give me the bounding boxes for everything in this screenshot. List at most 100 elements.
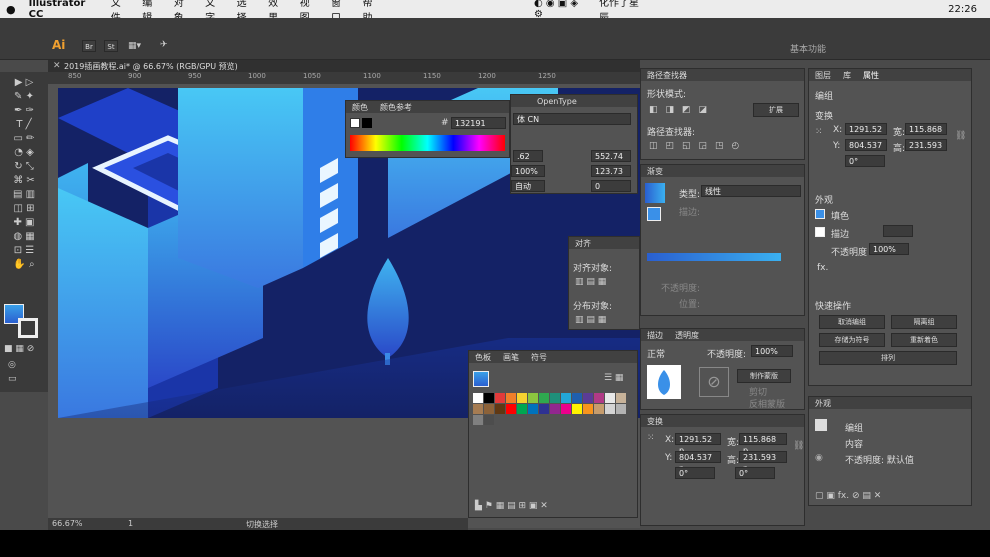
arrange-docs-icon[interactable]: ▦▾	[128, 41, 141, 51]
visibility-eye-icon[interactable]: ◉	[815, 453, 823, 463]
stroke-swatch[interactable]	[18, 318, 38, 338]
apple-icon[interactable]: ●	[6, 3, 16, 16]
color-spectrum[interactable]	[350, 135, 505, 151]
swatch-chip[interactable]	[517, 393, 527, 403]
current-tool-status[interactable]: 切换选择	[246, 519, 278, 530]
tab-transparency[interactable]: 透明度	[675, 330, 699, 341]
transparency-opacity-field[interactable]: 100%	[751, 345, 793, 357]
recolor-button[interactable]: 重新着色	[891, 333, 957, 347]
gradient-fill-chip[interactable]	[647, 207, 661, 221]
swatch-chip[interactable]	[495, 393, 505, 403]
tab-layers[interactable]: 图层	[815, 70, 831, 81]
menu-app-name[interactable]: Illustrator CC	[29, 0, 98, 20]
distribute-buttons[interactable]: ▥ ▤ ▦	[575, 315, 606, 325]
arrange-button[interactable]: 排列	[819, 351, 957, 365]
zoom-level[interactable]: 66.67%	[52, 519, 83, 528]
swatch-chip[interactable]	[473, 393, 483, 403]
swatch-chip[interactable]	[473, 415, 483, 425]
stock-button[interactable]: St	[104, 40, 118, 52]
swatch-chip[interactable]	[605, 393, 615, 403]
properties-h-field[interactable]: 231.593	[905, 139, 947, 151]
appearance-opacity-row[interactable]: 不透明度: 默认值	[845, 453, 914, 466]
tab-brushes[interactable]: 画笔	[503, 352, 519, 363]
swatch-chip[interactable]	[539, 393, 549, 403]
swatch-chip[interactable]	[506, 404, 516, 414]
swatch-chip[interactable]	[616, 393, 626, 403]
tab-opentype[interactable]: OpenType	[537, 97, 577, 106]
pathfinder-buttons[interactable]: ◫◰◱◲◳◴	[649, 141, 747, 151]
swatch-chip[interactable]	[561, 404, 571, 414]
properties-reference-point-icon[interactable]: ⁙	[815, 127, 823, 137]
save-as-symbol-button[interactable]: 存储为符号	[819, 333, 885, 347]
tab-color-guide[interactable]: 颜色参考	[380, 102, 412, 113]
swatch-chip[interactable]	[572, 404, 582, 414]
properties-stroke-chip[interactable]	[815, 227, 825, 237]
tab-color[interactable]: 颜色	[352, 102, 368, 113]
swatch-footer-icons[interactable]: ▙ ⚑ ▦ ▤ ⊞ ▣ ✕	[475, 501, 548, 511]
transform-y-field[interactable]: 804.537 p	[675, 451, 721, 473]
swatch-active-fill[interactable]	[473, 371, 489, 387]
properties-stroke-weight[interactable]	[883, 225, 913, 237]
swatch-chip[interactable]	[484, 393, 494, 403]
tab-properties[interactable]: 属性	[863, 70, 879, 81]
list-view-icon[interactable]: ☰ ▦	[604, 373, 623, 383]
swatch-chip[interactable]	[506, 393, 516, 403]
artboard-number[interactable]: 1	[128, 519, 133, 528]
properties-angle-field[interactable]: 0°	[845, 155, 885, 167]
properties-fx-button[interactable]: fx.	[817, 263, 828, 273]
swatch-chip[interactable]	[550, 393, 560, 403]
tool-icons[interactable]: ▶ ▷ ✎ ✦ ✒ ✑ T ╱ ▭ ✏ ◔ ◈ ↻ ⤡ ⌘ ✂ ▤ ▥ ◫ ⊞ ✚ ▣ ◍ ▦ ⊡ ☰ ✋…	[0, 72, 48, 272]
swatch-chip[interactable]	[528, 393, 538, 403]
swatch-chip[interactable]	[561, 393, 571, 403]
swatch-chip[interactable]	[539, 404, 549, 414]
invert-mask-checkbox[interactable]: 反相蒙版	[749, 397, 785, 410]
reference-point-icon[interactable]: ⁙	[647, 433, 655, 443]
swatch-chip[interactable]	[594, 404, 604, 414]
mask-thumbnail[interactable]	[647, 365, 681, 399]
isolate-group-button[interactable]: 隔离组	[891, 315, 957, 329]
swatch-chip[interactable]	[605, 404, 615, 414]
swatch-chip[interactable]	[594, 393, 604, 403]
font-family-field[interactable]: 体 CN	[513, 113, 631, 125]
document-tab-title[interactable]: 2019插画教程.ai* @ 66.67% (RGB/GPU 预览)	[64, 61, 238, 72]
rotation-field[interactable]: 0	[591, 180, 631, 192]
link-proportions-icon[interactable]: ⛓	[793, 441, 804, 451]
transform-h-field[interactable]: 231.593 p	[739, 451, 787, 473]
properties-opacity-field[interactable]: 100%	[869, 243, 909, 255]
swatch-chip[interactable]	[484, 415, 494, 425]
transform-w-field[interactable]: 115.868 p	[739, 433, 787, 455]
vertical-scale-field[interactable]: 100%	[511, 165, 545, 177]
swatch-chip[interactable]	[517, 404, 527, 414]
baseline-field[interactable]: 自动	[511, 180, 545, 192]
bridge-button[interactable]: Br	[82, 40, 96, 52]
shape-mode-buttons[interactable]: ◧◨◩◪	[649, 105, 715, 115]
gpu-performance-icon[interactable]: ✈	[160, 40, 168, 50]
properties-x-field[interactable]: 1291.52	[845, 123, 887, 135]
transform-shear-field[interactable]: 0°	[735, 467, 775, 479]
tab-stroke[interactable]: 描边	[647, 330, 663, 341]
swatch-chip[interactable]	[583, 404, 593, 414]
make-mask-button[interactable]: 制作蒙版	[737, 369, 791, 383]
properties-fill-chip[interactable]	[815, 209, 825, 219]
swatch-chip[interactable]	[495, 404, 505, 414]
tab-swatches[interactable]: 色板	[475, 352, 491, 363]
tab-symbols[interactable]: 符号	[531, 352, 547, 363]
tracking-field[interactable]: 552.74	[591, 150, 631, 162]
swatch-grid[interactable]	[473, 393, 633, 425]
swatch-chip[interactable]	[484, 404, 494, 414]
transform-angle-field[interactable]: 0°	[675, 467, 715, 479]
screen-mode-icon[interactable]: ▭	[8, 374, 17, 384]
gradient-slider[interactable]	[647, 253, 781, 261]
align-buttons[interactable]: ▥ ▤ ▦	[575, 277, 606, 287]
swatch-chip[interactable]	[583, 393, 593, 403]
appearance-content-row[interactable]: 内容	[845, 437, 863, 450]
hex-input[interactable]: 132191	[451, 117, 506, 129]
swatch-chip[interactable]	[572, 393, 582, 403]
draw-mode-icon[interactable]: ◎	[8, 360, 16, 370]
blend-mode-select[interactable]: 正常	[647, 347, 665, 360]
ungroup-button[interactable]: 取消编组	[819, 315, 885, 329]
tab-close-icon[interactable]: ✕	[53, 61, 61, 71]
properties-w-field[interactable]: 115.868	[905, 123, 947, 135]
gradient-preview[interactable]	[645, 183, 665, 203]
swatch-chip[interactable]	[616, 404, 626, 414]
